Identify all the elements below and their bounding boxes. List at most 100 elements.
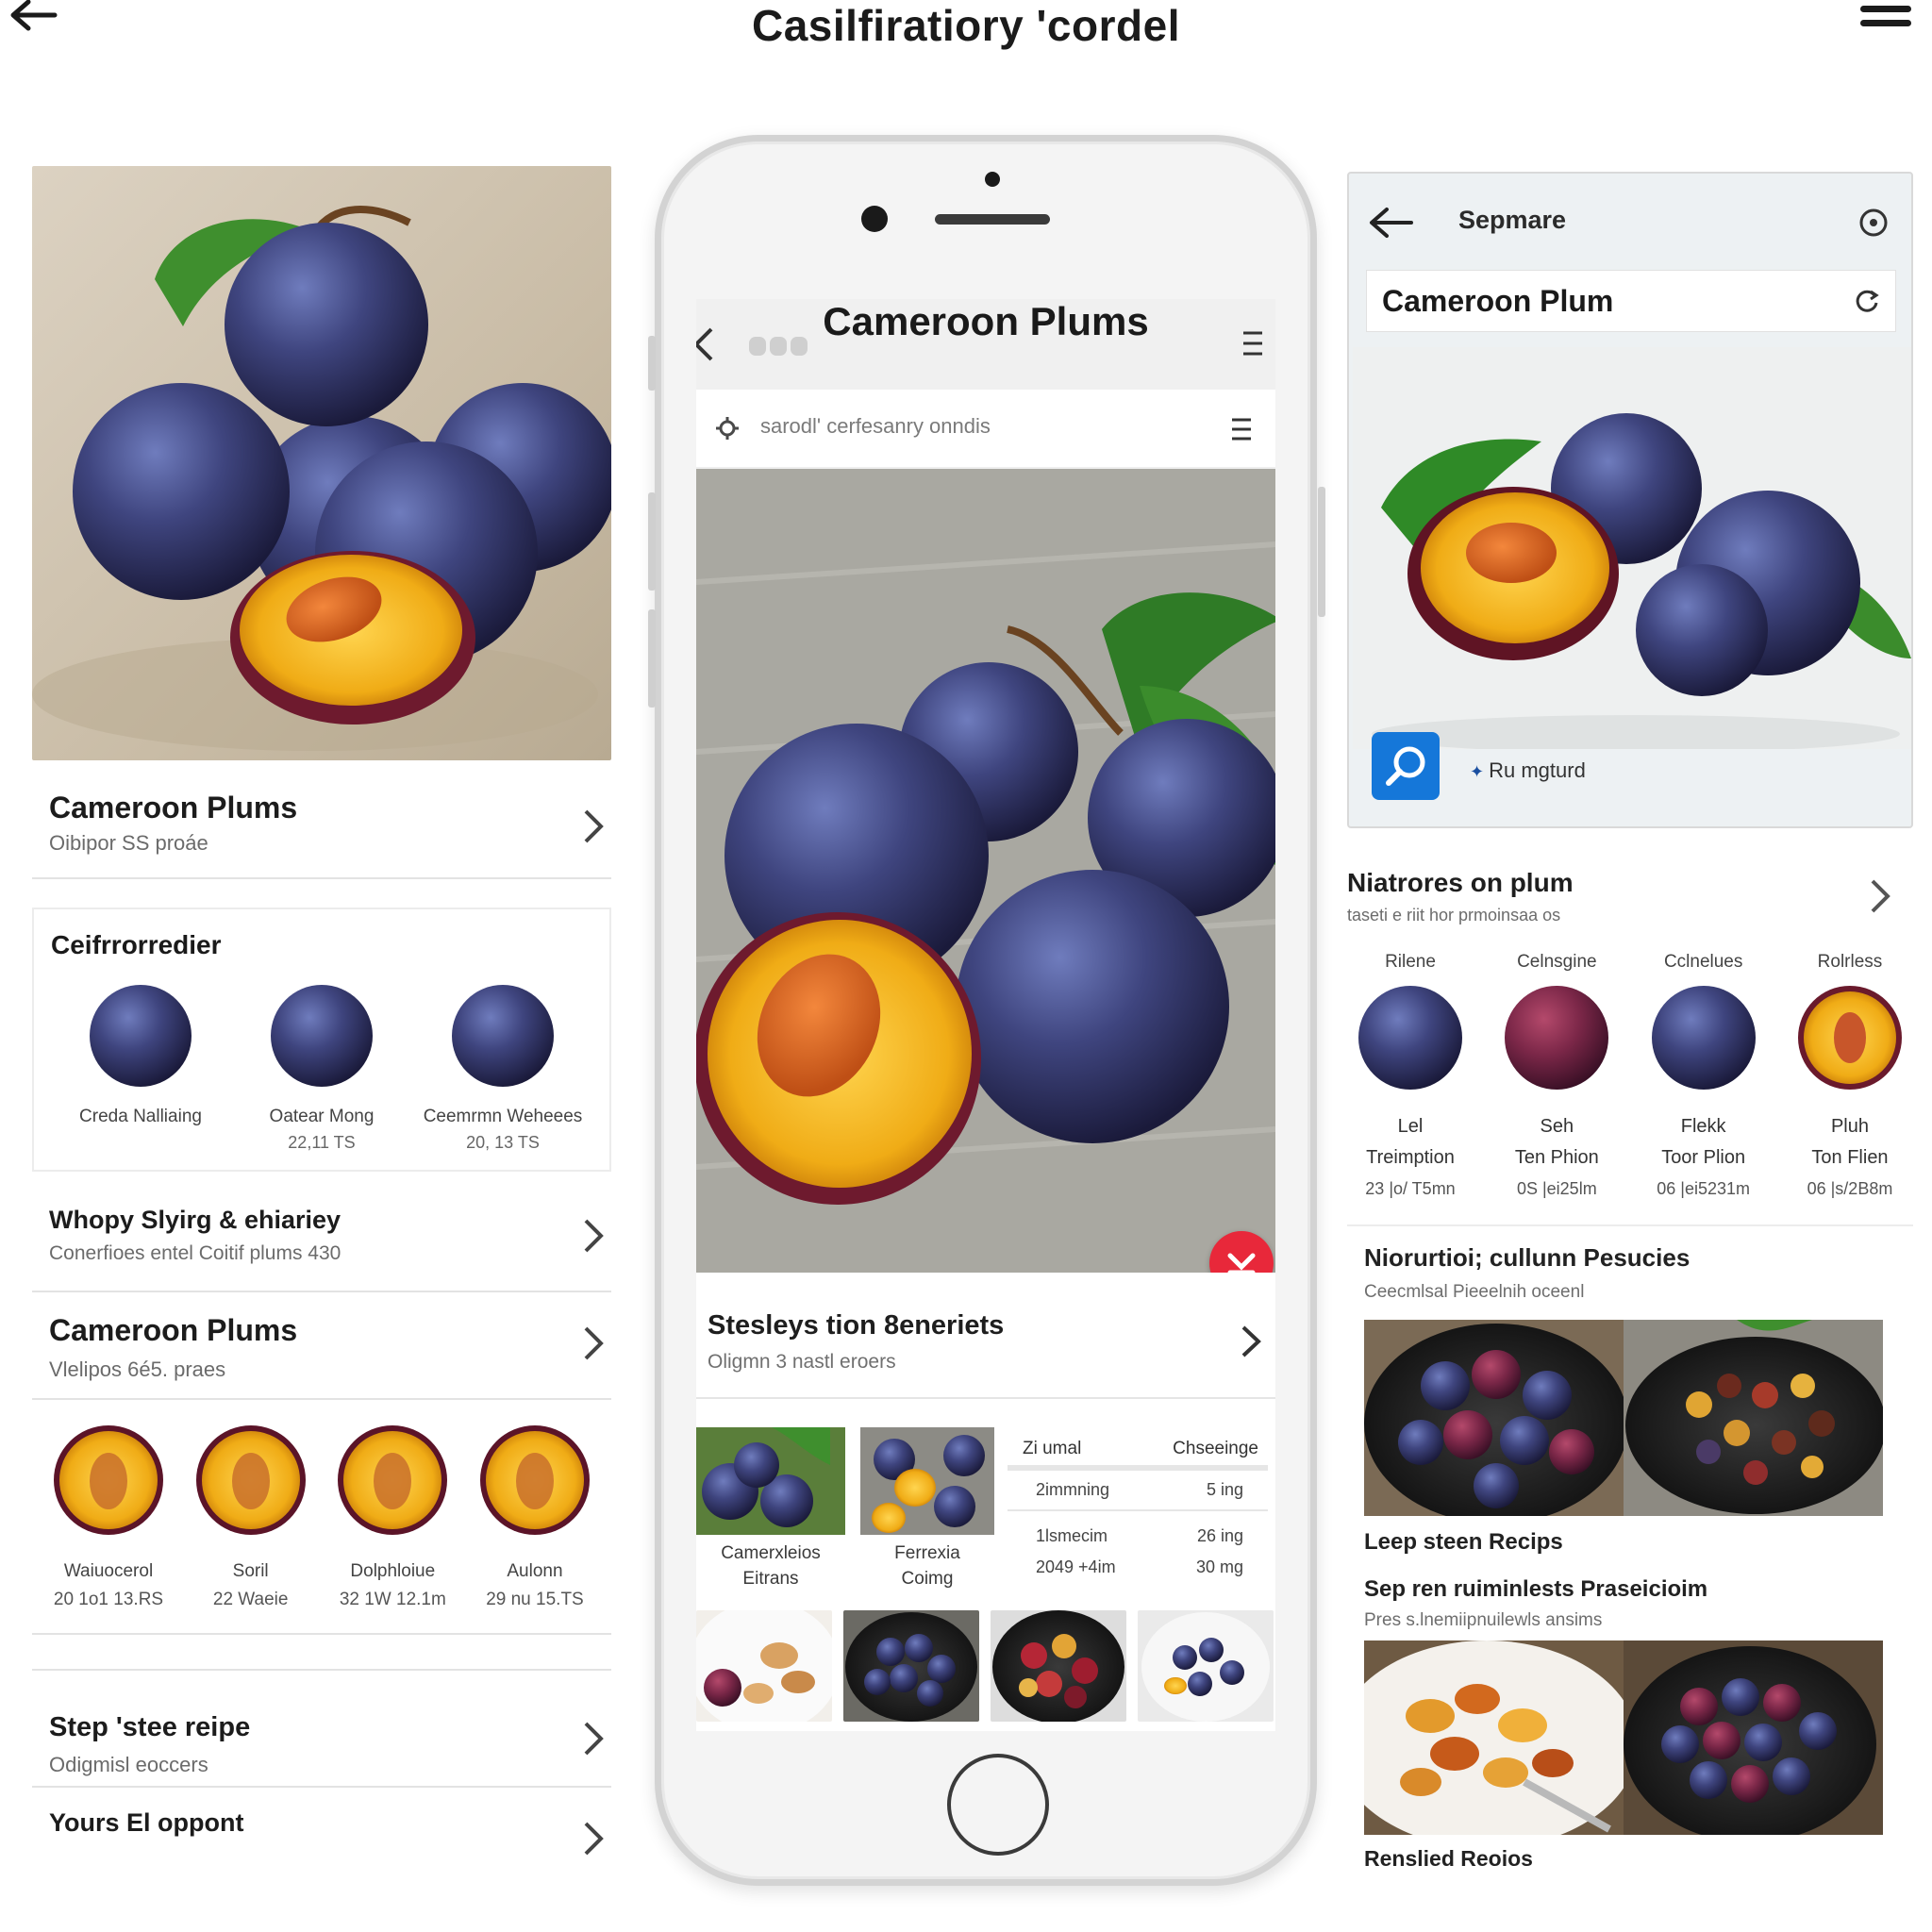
half-plum-name: Waiuocerol — [63, 1561, 154, 1581]
variety-line: Ten Phion — [1514, 1147, 1599, 1168]
list-item-subtitle: Oibipor SS proáe — [49, 831, 208, 855]
half-plum-value: 22 Waeie — [212, 1590, 289, 1609]
variety-name: Ceemrmn Weheees — [423, 1107, 583, 1126]
phone-side-button — [648, 336, 656, 391]
half-plum-item[interactable]: Soril 22 Waeie — [190, 1424, 312, 1610]
plum-thumbnail — [90, 985, 192, 1087]
recipe-image[interactable] — [1364, 1320, 1624, 1516]
section-subtitle: taseti e riit hor prmoinsaa os — [1347, 906, 1561, 924]
download-icon — [1227, 1253, 1256, 1273]
variety-item[interactable]: Creda Nalliaing — [51, 983, 230, 1153]
half-plum-item[interactable]: Dolphloiue 32 1W 12.1m — [331, 1424, 454, 1610]
variety-line: 23 |o/ T5mn — [1365, 1179, 1456, 1198]
home-button[interactable] — [947, 1754, 1049, 1856]
gallery-image[interactable] — [991, 1610, 1126, 1722]
varieties-card: Ceifrrorredier Creda Nalliaing Oatear Mo… — [32, 908, 611, 1172]
plum-thumbnail — [1651, 986, 1756, 1090]
action-label: ✦ Ru mgturd — [1470, 758, 1586, 782]
half-plum-value: 32 1W 12.1m — [339, 1590, 446, 1609]
gallery-item[interactable]: Ferrexia Coimg — [845, 1427, 994, 1590]
list-icon[interactable] — [1230, 416, 1253, 442]
nutrients-section[interactable]: Niatrores on plum taseti e riit hor prmo… — [1347, 868, 1913, 925]
variety-comparison: Rilene Lel Treimption 23 |o/ T5mn Celnsg… — [1347, 952, 1913, 1204]
phone-camera — [861, 206, 888, 232]
variety-item[interactable]: Ceemrmn Weheees 20, 13 TS — [413, 983, 592, 1153]
half-plum-item[interactable]: Aulonn 29 nu 15.TS — [474, 1424, 596, 1610]
list-item-title: Whopy Slyirg & ehiariey — [49, 1206, 341, 1234]
refresh-icon[interactable] — [1854, 288, 1880, 314]
recipe-image-pair — [1364, 1320, 1896, 1516]
list-item-benefits[interactable]: Stesleys tion 8eneriets Oligmn 3 nastl e… — [696, 1273, 1275, 1399]
left-panel: Cameroon Plums Oibipor SS proáe Ceifrror… — [32, 166, 611, 1873]
variety-column[interactable]: Rolrless Pluh Ton Flien 06 |s/2B8m — [1787, 952, 1913, 1204]
recipe-image[interactable] — [1624, 1641, 1883, 1835]
settings-icon[interactable] — [1858, 208, 1889, 238]
variety-column[interactable]: Cclnelues Flekk Toor Plion 06 |ei5231m — [1641, 952, 1767, 1204]
gallery-image — [696, 1427, 845, 1535]
recipe-caption: Renslied Reoios — [1364, 1846, 1533, 1871]
half-plum-value: 29 nu 15.TS — [486, 1590, 584, 1609]
nutrition-row: 2immning 5 ing — [1008, 1471, 1268, 1511]
screen-root: Casilfiratiory 'cordel Cameroon Plums Oi… — [0, 0, 1932, 1932]
list-item-drying[interactable]: Whopy Slyirg & ehiariey Conerfioes entel… — [32, 1172, 611, 1292]
half-plum-name: Dolphloiue — [350, 1561, 436, 1581]
gallery-image[interactable] — [1138, 1610, 1274, 1722]
half-plum-grid: Waiuocerol 20 1o1 13.RS Soril 22 Waeie D… — [32, 1400, 611, 1635]
phone-side-button — [1318, 487, 1325, 617]
phone-sensor — [985, 172, 1000, 187]
hero-image-plums — [1353, 347, 1911, 749]
chevron-right-icon — [584, 1822, 604, 1856]
variety-item[interactable]: Oatear Mong 22,11 TS — [232, 983, 411, 1153]
download-button[interactable] — [1209, 1231, 1274, 1273]
recipe-caption: Leep steen Recips — [1364, 1529, 1563, 1555]
phone-side-button — [648, 492, 656, 591]
half-plum-thumbnail — [1797, 986, 1902, 1090]
right-panel: Sepmare Cameroon Plum ✦ Ru mgturd Niatro… — [1347, 172, 1913, 1872]
list-item-subtitle: Oligmn 3 nastl eroers — [708, 1351, 896, 1373]
variety-header: Rilene — [1385, 952, 1436, 972]
search-bar[interactable]: sarodl' cerfesanry onndis — [696, 390, 1275, 469]
half-plum-value: 20 1o1 13.RS — [53, 1590, 164, 1609]
recipe-gallery — [696, 1610, 1275, 1722]
page-title: Casilfiratiory 'cordel — [752, 1, 1180, 50]
search-field-value: Cameroon Plum — [1382, 284, 1614, 318]
phone-page-title: Cameroon Plums — [823, 299, 1149, 343]
variety-header: Celnsgine — [1517, 952, 1597, 972]
variety-line: 06 |s/2B8m — [1807, 1179, 1893, 1198]
gallery-item[interactable]: Camerxleios Eitrans — [696, 1427, 845, 1590]
detail-header-label: Sepmare — [1458, 206, 1567, 234]
menu-icon[interactable] — [1860, 6, 1911, 38]
gallery-image[interactable] — [843, 1610, 979, 1722]
chevron-right-icon — [1241, 1325, 1261, 1357]
recipe-image[interactable] — [1624, 1320, 1883, 1516]
half-plum-thumbnail — [195, 1425, 306, 1535]
phone-side-button — [648, 609, 656, 708]
gallery-image[interactable] — [696, 1610, 832, 1722]
list-item-recipe[interactable]: Step 'stee reipe Odigmisl eoccers — [32, 1669, 611, 1788]
location-icon: ✦ — [1470, 762, 1490, 781]
nutrition-table: Zi umal Chseeinge 2immning 5 ing 1lsmecim 2… — [994, 1427, 1275, 1590]
menu-icon[interactable] — [1241, 329, 1264, 358]
nutrition-header-right: Chseeinge — [1173, 1439, 1258, 1458]
search-input[interactable]: sarodl' cerfesanry onndis — [760, 414, 991, 439]
search-icon — [1386, 746, 1425, 786]
search-field[interactable]: Cameroon Plum — [1366, 270, 1896, 332]
search-button[interactable] — [1372, 732, 1440, 800]
variety-value: 22,11 TS — [288, 1133, 356, 1152]
hero-image-plums — [32, 166, 611, 760]
card-title: Ceifrrorredier — [51, 930, 222, 959]
recipe-image-pair — [1364, 1641, 1896, 1835]
variety-line: 0S |ei25lm — [1516, 1179, 1597, 1198]
list-item-opponent[interactable]: Yours El oppont — [32, 1788, 611, 1873]
variety-line: Toor Plion — [1661, 1147, 1746, 1168]
detail-card: Sepmare Cameroon Plum ✦ Ru mgturd — [1347, 172, 1913, 828]
list-item-cameroon-plums-2[interactable]: Cameroon Plums Vlelipos 6é5. praes — [32, 1292, 611, 1400]
half-plum-item[interactable]: Waiuocerol 20 1o1 13.RS — [47, 1424, 170, 1610]
recipe-image[interactable] — [1364, 1641, 1624, 1835]
variety-line: Treimption — [1366, 1147, 1455, 1168]
back-arrow-icon[interactable] — [1368, 206, 1415, 240]
variety-column[interactable]: Rilene Lel Treimption 23 |o/ T5mn — [1347, 952, 1474, 1204]
variety-column[interactable]: Celnsgine Seh Ten Phion 0S |ei25lm — [1493, 952, 1620, 1204]
list-item-cameroon-plums[interactable]: Cameroon Plums Oibipor SS proáe — [32, 760, 611, 879]
variety-header: Cclnelues — [1663, 952, 1743, 972]
